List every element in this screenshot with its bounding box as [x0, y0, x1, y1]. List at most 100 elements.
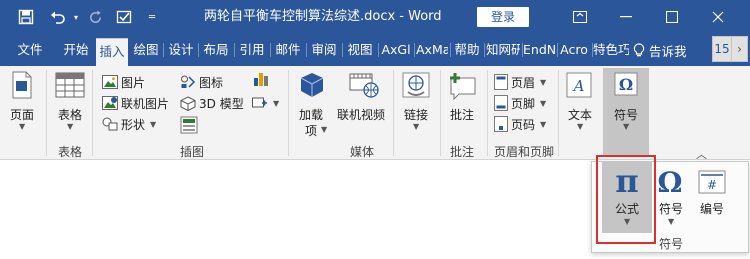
chevron-down-icon: ▼: [540, 77, 547, 87]
tab-separator: [163, 43, 164, 57]
tab-review[interactable]: 审阅: [309, 34, 339, 66]
tab-file[interactable]: 文件: [10, 34, 50, 66]
online-picture-icon: [102, 96, 118, 110]
number-label[interactable]: 编号: [700, 200, 724, 217]
number-glyph: #: [707, 178, 717, 192]
chevron-down-icon: ▼: [67, 122, 74, 131]
chart-icon[interactable]: [253, 71, 269, 87]
ribbon-insert: 页面 ▼ 表格 ▼ 表格 图片 联机图片 形状 ▼ 图标 3D 模型 ▼ 插图 …: [0, 66, 750, 161]
add-ins-label-2[interactable]: 项: [305, 122, 317, 139]
omega-icon: Ω: [614, 72, 638, 96]
add-ins-label-1[interactable]: 加载: [299, 106, 323, 123]
3d-model-button[interactable]: 3D 模型: [180, 93, 244, 113]
picture-button[interactable]: 图片: [102, 72, 145, 92]
page-number-button[interactable]: 页码 ▼: [494, 114, 546, 134]
chevron-down-icon: ▼: [668, 217, 675, 226]
ribbon-tab-bar: 文件 开始 插入 绘图 设计 布局 引用 邮件 审阅 视图 AxGl AxMa …: [0, 34, 750, 66]
pages-button[interactable]: 页面: [10, 106, 34, 123]
undo-dropdown-icon[interactable]: ▾: [70, 0, 82, 34]
text-button[interactable]: 文本: [568, 106, 592, 123]
page-number-label: 页码: [511, 117, 536, 132]
pages-icon: [12, 71, 32, 99]
tab-scroll-label: 15: [714, 42, 730, 56]
picture-label: 图片: [121, 75, 146, 90]
maximize-icon[interactable]: [649, 0, 695, 34]
customize-icon[interactable]: ═: [144, 0, 160, 34]
text-box-icon: A: [566, 72, 592, 98]
save-icon[interactable]: [14, 0, 38, 34]
svg-text:Ω: Ω: [619, 75, 633, 94]
tab-separator: [234, 43, 235, 57]
tab-separator: [378, 43, 379, 57]
header-button[interactable]: 页眉 ▼: [494, 72, 546, 92]
chevron-down-icon: ▼: [19, 122, 26, 131]
tab-separator: [484, 43, 485, 57]
group-separator: [558, 70, 559, 156]
symbol-label[interactable]: 符号: [659, 200, 683, 217]
link-icon: [402, 72, 430, 98]
group-separator: [288, 70, 289, 156]
chevron-right-icon[interactable]: ›: [731, 37, 747, 61]
tab-featured[interactable]: 特色巧: [593, 34, 629, 66]
comment-button[interactable]: 批注: [450, 106, 474, 123]
shapes-icon: [102, 117, 118, 131]
footer-icon: [494, 95, 508, 111]
shapes-button[interactable]: 形状 ▼: [102, 114, 156, 134]
redo-icon[interactable]: [84, 0, 106, 34]
chevron-down-icon: ▼: [321, 125, 328, 134]
tab-scroll-control[interactable]: 15 ›: [712, 36, 748, 62]
tab-axglyph[interactable]: AxGl: [380, 34, 412, 66]
tab-design[interactable]: 设计: [166, 34, 196, 66]
tab-help[interactable]: 帮助: [452, 34, 482, 66]
chevron-down-icon: ▼: [273, 98, 280, 108]
screenshot-icon: [252, 97, 267, 108]
tell-me-box[interactable]: 告诉我: [633, 34, 687, 66]
omega-large-icon[interactable]: Ω: [654, 166, 686, 196]
minimize-icon[interactable]: [603, 0, 649, 34]
tab-mailings[interactable]: 邮件: [273, 34, 303, 66]
tab-axmath[interactable]: AxMa: [416, 34, 448, 66]
tab-draw[interactable]: 绘图: [131, 34, 161, 66]
tab-endnote[interactable]: EndN: [523, 34, 555, 66]
tab-home[interactable]: 开始: [56, 34, 96, 66]
tab-separator: [342, 43, 343, 57]
group-label-header-footer: 页眉和页脚: [494, 145, 555, 159]
tab-layout[interactable]: 布局: [201, 34, 231, 66]
tab-cnki[interactable]: 知网研: [486, 34, 520, 66]
links-button[interactable]: 链接: [404, 106, 428, 123]
tab-acrobat[interactable]: Acro: [558, 34, 590, 66]
icons-button[interactable]: 图标: [180, 72, 223, 92]
online-picture-button[interactable]: 联机图片: [102, 93, 169, 113]
header-label: 页眉: [511, 75, 536, 90]
smartart-icon[interactable]: [180, 116, 198, 134]
tab-separator: [306, 43, 307, 57]
picture-icon: [102, 75, 118, 89]
ribbon-display-icon[interactable]: [557, 0, 603, 34]
tab-separator: [270, 43, 271, 57]
omega-glyph: Ω: [658, 166, 683, 196]
add-ins-icon: [300, 73, 324, 97]
undo-icon[interactable]: [46, 0, 70, 34]
tab-separator: [198, 43, 199, 57]
tab-references[interactable]: 引用: [237, 34, 267, 66]
footer-button[interactable]: 页脚 ▼: [494, 93, 546, 113]
cube-icon: [180, 95, 196, 111]
close-icon[interactable]: [695, 0, 741, 34]
group-separator: [440, 70, 441, 156]
tab-view[interactable]: 视图: [345, 34, 375, 66]
tell-me-label: 告诉我: [649, 43, 687, 59]
screenshot-button[interactable]: ▼: [252, 93, 279, 113]
table-button[interactable]: 表格: [58, 106, 82, 123]
shapes-label: 形状: [121, 117, 146, 132]
check-icon[interactable]: [112, 0, 136, 34]
group-label-illustrations: 插图: [180, 145, 205, 159]
online-video-button[interactable]: 联机视频: [337, 106, 385, 123]
online-picture-label: 联机图片: [121, 96, 170, 111]
title-bar: ▾ ═ 两轮自平衡车控制算法综述.docx - Word 登录: [0, 0, 750, 34]
numbering-icon[interactable]: #: [698, 170, 726, 194]
svg-text:A: A: [572, 77, 585, 95]
icons-label: 图标: [199, 75, 224, 90]
login-button[interactable]: 登录: [477, 7, 529, 27]
group-separator: [393, 70, 394, 156]
tab-insert[interactable]: 插入: [96, 38, 128, 66]
